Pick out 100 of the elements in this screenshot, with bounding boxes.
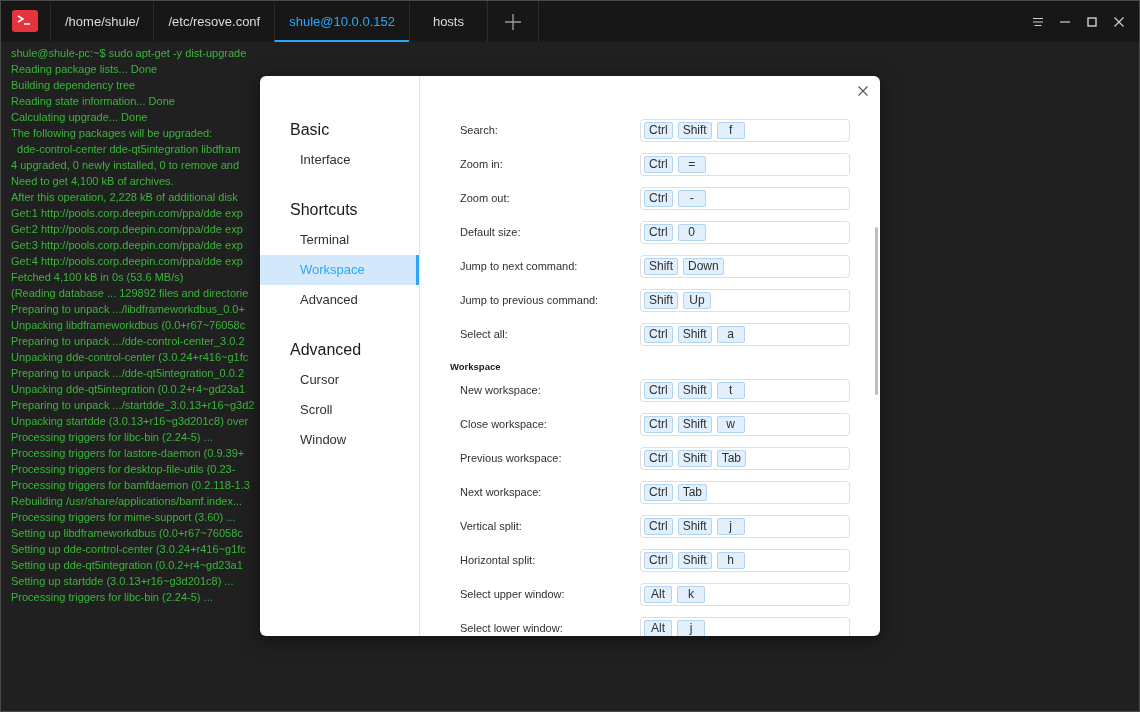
shortcut-field[interactable]: Ctrl Shift Tab bbox=[640, 446, 850, 470]
key-chip: Shift bbox=[677, 325, 712, 343]
key-chip: Ctrl bbox=[644, 415, 673, 433]
menu-icon[interactable] bbox=[1033, 16, 1043, 27]
terminal-line: Preparing to unpack .../startdde_3.0.13+r16~g3d2 bbox=[11, 398, 255, 413]
nav-heading: Basic bbox=[289, 120, 330, 140]
key-chip: j bbox=[716, 517, 745, 535]
key-chip: Shift bbox=[677, 121, 712, 139]
terminal-line: Processing triggers for mime-support (3.60) ... bbox=[11, 510, 236, 525]
terminal-line: Setting up dde-control-center (3.0.24+r416~g1fc bbox=[11, 542, 246, 557]
terminal-line: Reading package lists... Done bbox=[11, 62, 158, 77]
shortcut-field[interactable]: Ctrl Shift a bbox=[640, 322, 850, 346]
shortcut-field[interactable]: Ctrl Tab bbox=[640, 480, 850, 504]
tab[interactable]: /home/shule/ bbox=[50, 1, 154, 42]
nav-item[interactable]: Interface bbox=[260, 145, 419, 175]
terminal-line: Reading state information... Done bbox=[11, 94, 175, 109]
terminal-line: Preparing to unpack .../libdframeworkdbus_0.0+ bbox=[11, 302, 245, 317]
key-chip: Up bbox=[683, 291, 711, 309]
shortcut-label: Jump to next command: bbox=[460, 259, 578, 272]
nav-item[interactable]: Advanced bbox=[260, 285, 419, 315]
terminal-line: Setting up startdde (3.0.13+r16~g3d201c8) ... bbox=[11, 574, 234, 589]
key-chip: h bbox=[716, 551, 745, 569]
key-chip: Ctrl bbox=[644, 517, 673, 535]
terminal-line: Preparing to unpack .../dde-qt5integration_0.0.2 bbox=[11, 366, 244, 381]
key-chip: Shift bbox=[677, 517, 712, 535]
shortcut-field[interactable]: Ctrl Shift f bbox=[640, 118, 850, 142]
shortcut-field[interactable]: Shift Down bbox=[640, 254, 850, 278]
plus-icon bbox=[504, 13, 521, 30]
shortcut-field[interactable]: Ctrl Shift w bbox=[640, 412, 850, 436]
terminal-line: Rebuilding /usr/share/applications/bamf.index... bbox=[11, 494, 243, 509]
key-chip: - bbox=[677, 189, 706, 207]
tab[interactable]: /etc/resove.conf bbox=[153, 1, 275, 42]
key-chip: t bbox=[716, 381, 745, 399]
key-chip: Tab bbox=[716, 449, 747, 467]
key-chip: Ctrl bbox=[644, 121, 673, 139]
key-chip: Ctrl bbox=[644, 551, 673, 569]
shortcut-field[interactable]: Ctrl 0 bbox=[640, 220, 850, 244]
shortcut-label: Vertical split: bbox=[460, 519, 522, 532]
shortcut-field[interactable]: Ctrl Shift j bbox=[640, 514, 850, 538]
key-chip: Shift bbox=[677, 449, 712, 467]
terminal-line: After this operation, 2,228 kB of additional disk bbox=[11, 190, 238, 205]
terminal-line: Setting up libdframeworkdbus (0.0+r67~76058c bbox=[11, 526, 243, 541]
shortcut-label: Select lower window: bbox=[460, 621, 563, 634]
tab[interactable]: hosts bbox=[408, 1, 487, 42]
terminal-line: shule@shule-pc:~$ sudo apt-get -y dist-upgrade bbox=[11, 46, 247, 61]
shortcut-field[interactable]: Ctrl = bbox=[640, 152, 850, 176]
shortcut-field[interactable]: Ctrl Shift t bbox=[640, 378, 850, 402]
terminal-line: Get:1 http://pools.corp.deepin.com/ppa/dde exp bbox=[11, 206, 243, 221]
shortcut-field[interactable]: Alt j bbox=[640, 616, 850, 636]
close-icon[interactable] bbox=[858, 86, 868, 96]
terminal-line: Unpacking dde-qt5integration (0.0.2+r4~gd23a1 bbox=[11, 382, 246, 397]
tab[interactable]: shule@10.0.0.152 bbox=[274, 1, 409, 42]
key-chip: Ctrl bbox=[644, 189, 673, 207]
shortcut-label: Zoom out: bbox=[460, 191, 510, 204]
nav-item[interactable]: Scroll bbox=[260, 395, 419, 425]
key-chip: Tab bbox=[677, 483, 708, 501]
terminal-line: Fetched 4,100 kB in 0s (53.6 MB/s) bbox=[11, 270, 184, 285]
key-chip: Shift bbox=[644, 291, 678, 309]
terminal-line: Get:2 http://pools.corp.deepin.com/ppa/dde exp bbox=[11, 222, 243, 237]
nav-item[interactable]: Window bbox=[260, 425, 419, 455]
key-chip: Ctrl bbox=[644, 223, 673, 241]
terminal-line: 4 upgraded, 0 newly installed, 0 to remove and bbox=[11, 158, 240, 173]
terminal-line: Calculating upgrade... Done bbox=[11, 110, 148, 125]
maximize-icon[interactable] bbox=[1087, 16, 1097, 27]
key-chip: = bbox=[677, 155, 706, 173]
shortcut-field[interactable]: Ctrl - bbox=[640, 186, 850, 210]
shortcut-label: New workspace: bbox=[460, 383, 541, 396]
terminal-line: Unpacking startdde (3.0.13+r16~g3d201c8) over bbox=[11, 414, 249, 429]
shortcut-field[interactable]: Alt k bbox=[640, 582, 850, 606]
shortcut-label: Default size: bbox=[460, 225, 521, 238]
key-chip: Alt bbox=[644, 585, 672, 603]
terminal-line: (Reading database ... 129892 files and directorie bbox=[11, 286, 249, 301]
new-tab-button[interactable] bbox=[486, 1, 539, 42]
key-chip: Ctrl bbox=[644, 483, 673, 501]
key-chip: Ctrl bbox=[644, 449, 673, 467]
terminal-line: Processing triggers for desktop-file-utils (0.23- bbox=[11, 462, 236, 477]
section-heading: Workspace bbox=[450, 360, 501, 373]
terminal-line: Setting up dde-qt5integration (0.0.2+r4~gd23a1 bbox=[11, 558, 243, 573]
shortcut-label: Close workspace: bbox=[460, 417, 547, 430]
key-chip: Alt bbox=[644, 619, 672, 636]
shortcut-field[interactable]: Ctrl Shift h bbox=[640, 548, 850, 572]
shortcut-label: Zoom in: bbox=[460, 157, 503, 170]
terminal-line: Get:4 http://pools.corp.deepin.com/ppa/dde exp bbox=[11, 254, 243, 269]
scrollbar[interactable] bbox=[875, 227, 878, 395]
shortcut-label: Select upper window: bbox=[460, 587, 565, 600]
key-chip: Down bbox=[683, 257, 724, 275]
terminal-line: Unpacking dde-control-center (3.0.24+r416~g1fc bbox=[11, 350, 249, 365]
shortcut-field[interactable]: Shift Up bbox=[640, 288, 850, 312]
terminal-app-icon bbox=[12, 10, 38, 32]
terminal-line: Need to get 4,100 kB of archives. bbox=[11, 174, 174, 189]
key-chip: f bbox=[716, 121, 745, 139]
key-chip: Shift bbox=[677, 551, 712, 569]
key-chip: w bbox=[716, 415, 745, 433]
terminal-line: Processing triggers for libc-bin (2.24-5) ... bbox=[11, 430, 213, 445]
nav-item[interactable]: Terminal bbox=[260, 225, 419, 255]
nav-item[interactable]: Cursor bbox=[260, 365, 419, 395]
key-chip: 0 bbox=[677, 223, 706, 241]
terminal-line: Get:3 http://pools.corp.deepin.com/ppa/dde exp bbox=[11, 238, 243, 253]
terminal-line: Processing triggers for lastore-daemon (0.9.39+ bbox=[11, 446, 245, 461]
key-chip: Ctrl bbox=[644, 325, 673, 343]
